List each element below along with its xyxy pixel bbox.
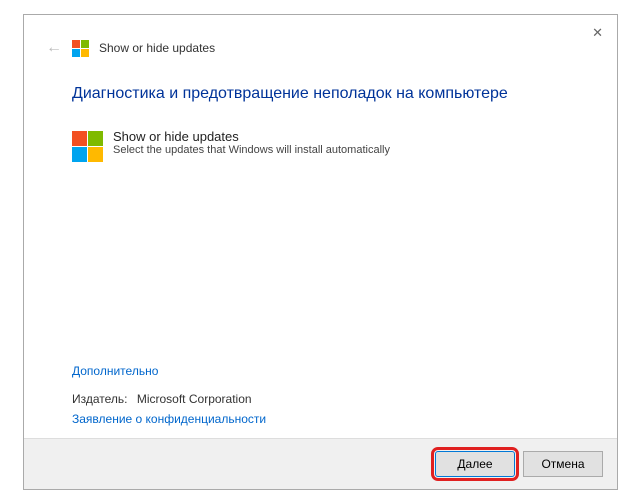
advanced-link[interactable]: Дополнительно <box>72 364 158 378</box>
option-title: Show or hide updates <box>113 129 390 144</box>
microsoft-logo-icon <box>72 40 89 57</box>
privacy-link[interactable]: Заявление о конфиденциальности <box>72 412 266 426</box>
dialog-header: ← Show or hide updates <box>24 15 617 57</box>
dialog-content: Диагностика и предотвращение неполадок н… <box>24 57 617 362</box>
header-title: Show or hide updates <box>99 41 215 55</box>
next-button[interactable]: Далее <box>435 451 515 477</box>
cancel-button[interactable]: Отмена <box>523 451 603 477</box>
publisher-row: Издатель: Microsoft Corporation <box>72 392 569 406</box>
publisher-label: Издатель: <box>72 392 128 406</box>
publisher-value: Microsoft Corporation <box>137 392 252 406</box>
back-arrow-icon[interactable]: ← <box>46 39 62 57</box>
option-description: Select the updates that Windows will ins… <box>113 144 390 156</box>
bottom-links: Дополнительно Издатель: Microsoft Corpor… <box>24 362 617 438</box>
dialog-footer: Далее Отмена <box>24 438 617 489</box>
close-icon[interactable]: ✕ <box>592 25 603 41</box>
troubleshooter-dialog: ✕ ← Show or hide updates Диагностика и п… <box>23 14 618 490</box>
option-row: Show or hide updates Select the updates … <box>72 129 569 162</box>
main-heading: Диагностика и предотвращение неполадок н… <box>72 85 569 103</box>
microsoft-logo-icon <box>72 131 103 162</box>
option-text: Show or hide updates Select the updates … <box>113 129 390 156</box>
